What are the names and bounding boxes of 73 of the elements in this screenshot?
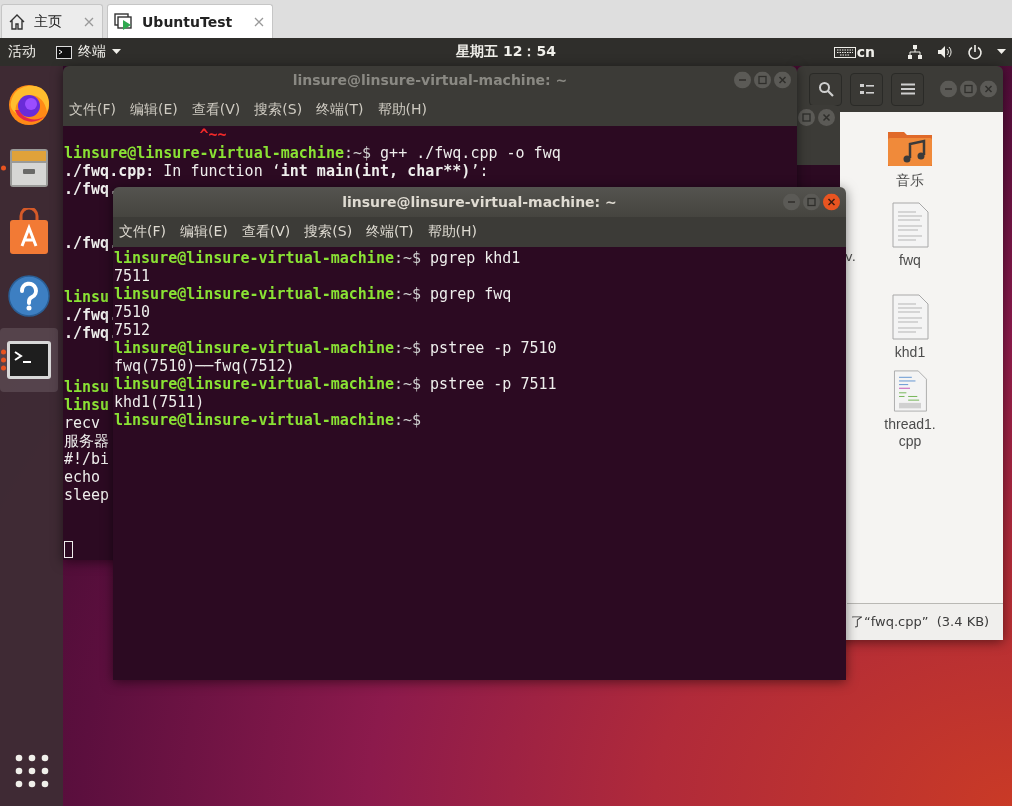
home-icon: [8, 12, 26, 31]
terminal-area[interactable]: [113, 247, 846, 680]
browser-tab[interactable]: UbuntuTest: [107, 4, 274, 38]
terminal-line: linsu: [64, 288, 110, 306]
terminal-line: linsure@linsure-virtual-machine:~$ pstree -p 7511: [114, 375, 557, 393]
text-file-icon: [891, 202, 929, 248]
terminal-line: 服务器: [64, 432, 109, 450]
code-file-icon: [891, 370, 929, 412]
menu-item[interactable]: 搜索(S): [300, 221, 357, 243]
file-label[interactable]: fwq: [883, 252, 937, 269]
terminal-icon[interactable]: [6, 340, 52, 380]
terminal-line: linsu: [64, 396, 110, 414]
terminal-line: recv: [64, 414, 101, 432]
terminal-line: linsure@linsure-virtual-machine:~$ g++ ./fwq.cpp -o fwq: [64, 144, 561, 162]
file-label[interactable]: v.: [845, 249, 856, 264]
virtual-machine-icon: [114, 12, 134, 31]
file-label[interactable]: khd1: [883, 344, 937, 361]
terminal-icon: [56, 45, 72, 59]
terminal-line: ./fwq.cpp: In function ‘int main(int, char**)’:: [64, 162, 489, 180]
menu-button[interactable]: [891, 72, 924, 106]
close-icon[interactable]: [254, 16, 265, 27]
terminal-line: 7511: [114, 267, 151, 285]
terminal-line: echo: [64, 468, 101, 486]
terminal-line: linsu: [64, 378, 110, 396]
menu-icon: [900, 83, 915, 95]
clock[interactable]: 星期五 12：54: [456, 43, 556, 61]
terminal-line: ^~~: [199, 126, 227, 144]
text-cursor: [64, 540, 73, 558]
terminal-line: linsure@linsure-virtual-machine:~$ pgrep khd1: [114, 249, 521, 267]
window-title: linsure@linsure-virtual-machine: ~: [342, 194, 617, 210]
status-message: 了“fwq.cpp” (3.4 KB): [847, 603, 1003, 640]
menu-item[interactable]: 搜索(S): [250, 99, 307, 121]
title-bar[interactable]: linsure@linsure-virtual-machine: ~: [113, 187, 846, 217]
shopping-bag-icon[interactable]: [7, 208, 51, 256]
search-icon: [817, 81, 834, 97]
terminal-line: sleep: [64, 486, 110, 504]
running-indicator: [1, 165, 6, 171]
browser-tab[interactable]: 主页: [1, 4, 103, 38]
apps-grid-icon[interactable]: [14, 754, 49, 788]
menu-item[interactable]: 终端(T): [362, 221, 418, 243]
menu-item[interactable]: 编辑(E): [176, 221, 232, 243]
file-label[interactable]: thread1.cpp: [883, 416, 937, 450]
close-icon[interactable]: [823, 193, 840, 211]
text-file-icon: [891, 294, 929, 340]
terminal-line: linsure@linsure-virtual-machine:~$: [114, 411, 422, 429]
power-icon[interactable]: [967, 44, 983, 60]
terminal-line: #!/bi: [64, 450, 110, 468]
window-title: linsure@linsure-virtual-machine: ~: [292, 72, 568, 88]
dock-item[interactable]: [0, 328, 58, 392]
volume-icon[interactable]: [937, 44, 953, 60]
menu-item[interactable]: 终端(T): [312, 99, 368, 121]
activities-button[interactable]: 活动: [0, 38, 44, 66]
menu-item[interactable]: 帮助(H): [373, 99, 432, 121]
terminal-line: khd1(7511): [114, 393, 205, 411]
terminal-line: fwq(7510)──fwq(7512): [114, 357, 295, 375]
keyboard-icon: [833, 46, 856, 58]
network-icon[interactable]: [907, 44, 923, 60]
terminal-line: linsure@linsure-virtual-machine:~$ pstree -p 7510: [114, 339, 557, 357]
terminal-line: linsure@linsure-virtual-machine:~$ pgrep fwq: [114, 285, 512, 303]
caret-icon: [112, 49, 121, 55]
menu-item[interactable]: 查看(V): [187, 99, 245, 121]
app-menu[interactable]: 终端: [48, 38, 129, 66]
menu-item[interactable]: 查看(V): [237, 221, 295, 243]
help-icon[interactable]: [7, 274, 51, 318]
caret-icon[interactable]: [997, 49, 1006, 55]
list-icon: [859, 83, 874, 95]
file-label[interactable]: 音乐: [883, 172, 937, 189]
search-button[interactable]: [809, 72, 842, 106]
menu-item[interactable]: 编辑(E): [126, 99, 182, 121]
menu-item[interactable]: 文件(F): [65, 99, 120, 121]
menu-item[interactable]: 帮助(H): [423, 221, 482, 243]
view-button[interactable]: [850, 72, 883, 106]
input-method-indicator[interactable]: cn: [833, 44, 875, 60]
